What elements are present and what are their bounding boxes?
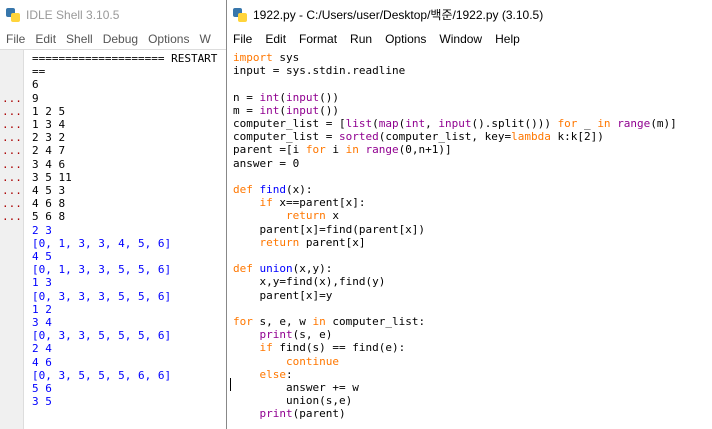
shell-title: IDLE Shell 3.10.5 — [26, 7, 120, 22]
editor-menu-edit[interactable]: Edit — [265, 32, 286, 46]
editor-menu-help[interactable]: Help — [495, 32, 520, 46]
shell-menu-debug[interactable]: Debug — [103, 32, 138, 46]
shell-menu-options[interactable]: Options — [148, 32, 189, 46]
editor-menu-options[interactable]: Options — [385, 32, 426, 46]
shell-titlebar[interactable]: IDLE Shell 3.10.5 — [0, 0, 226, 29]
shell-prompt-gutter: ... ... ... ... ... ... ... ... ... ... … — [0, 50, 24, 429]
idle-shell-window: IDLE Shell 3.10.5 File Edit Shell Debug … — [0, 0, 226, 429]
python-icon — [233, 7, 247, 22]
editor-menu-run[interactable]: Run — [350, 32, 372, 46]
shell-input-echo: ==================== RESTART == 6 9 1 2 … — [32, 52, 218, 224]
shell-output[interactable]: ==================== RESTART == 6 9 1 2 … — [24, 50, 226, 429]
shell-menu-edit[interactable]: Edit — [35, 32, 56, 46]
shell-menu-shell[interactable]: Shell — [66, 32, 93, 46]
editor-menu-window[interactable]: Window — [439, 32, 482, 46]
editor-menu-format[interactable]: Format — [299, 32, 337, 46]
shell-menu-window[interactable]: W — [199, 32, 210, 46]
shell-menu-file[interactable]: File — [6, 32, 25, 46]
editor-menu-file[interactable]: File — [233, 32, 252, 46]
shell-program-output: 2 3 [0, 1, 3, 3, 4, 5, 6] 4 5 [0, 1, 3, … — [32, 223, 172, 409]
editor-window: 1922.py - C:/Users/user/Desktop/백준/1922.… — [226, 0, 712, 429]
editor-title: 1922.py - C:/Users/user/Desktop/백준/1922.… — [253, 8, 544, 22]
python-icon — [6, 7, 20, 22]
shell-menubar: File Edit Shell Debug Options W — [0, 29, 226, 49]
code-editor[interactable]: import sys input = sys.stdin.readline n … — [233, 51, 712, 429]
editor-menubar: File Edit Format Run Options Window Help — [227, 29, 712, 49]
editor-titlebar[interactable]: 1922.py - C:/Users/user/Desktop/백준/1922.… — [227, 0, 712, 29]
text-cursor — [230, 378, 231, 391]
